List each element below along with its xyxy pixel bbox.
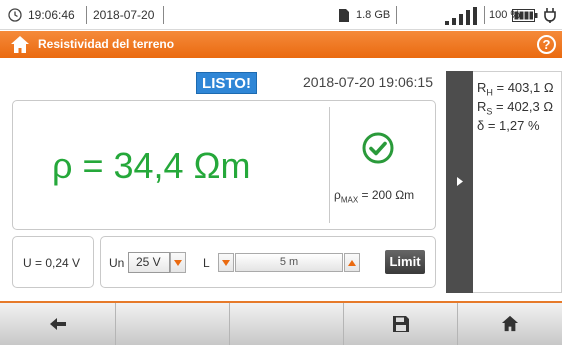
l-label: L (203, 256, 210, 270)
divider (396, 6, 397, 24)
divider (86, 6, 87, 24)
bottom-toolbar (0, 301, 562, 345)
rho-max-value: = 200 Ωm (358, 188, 415, 202)
toolbar-slot-2 (116, 303, 230, 345)
sd-card-icon (339, 9, 349, 22)
rh-symbol: R (477, 80, 487, 95)
measurement-datetime: 2018-07-20 19:06:15 (303, 74, 433, 90)
home-button[interactable] (458, 303, 562, 345)
toolbar-slot-3 (230, 303, 344, 345)
rh-reading: RH = 403,1 Ω (477, 80, 554, 98)
check-icon (362, 132, 394, 164)
chevron-down-icon (222, 260, 230, 266)
home-icon (501, 315, 519, 332)
divider (329, 107, 330, 223)
status-badge: LISTO! (196, 72, 257, 94)
chevron-up-icon (348, 260, 356, 266)
u-value: U = 0,24 V (23, 256, 81, 270)
storage-label: 1.8 GB (356, 9, 391, 21)
delta-reading: δ = 1,27 % (477, 118, 540, 133)
rho-max-sub: MAX (340, 195, 359, 205)
un-label: Un (109, 256, 125, 270)
divider (163, 6, 164, 24)
main-result-value: ρ = 34,4 Ωm (52, 145, 251, 186)
home-icon[interactable] (10, 35, 30, 54)
rs-symbol: R (477, 99, 487, 114)
status-date: 2018-07-20 (93, 8, 155, 22)
page-title: Resistividad del terreno (38, 37, 175, 51)
side-panel-toggle[interactable] (446, 71, 473, 293)
un-select[interactable]: 25 V (128, 252, 170, 273)
status-time: 19:06:46 (28, 8, 75, 22)
back-icon (50, 318, 66, 330)
clock-icon (8, 8, 22, 22)
l-decrease-button[interactable] (218, 253, 234, 272)
rs-value: = 402,3 Ω (492, 99, 554, 114)
help-icon[interactable]: ? (537, 35, 556, 54)
save-icon (393, 316, 409, 332)
back-button[interactable] (0, 303, 116, 345)
rho-max-symbol: ρ (334, 188, 341, 202)
l-value-field[interactable]: 5 m (235, 253, 343, 272)
expand-icon (457, 177, 463, 186)
rs-reading: RS = 402,3 Ω (477, 99, 553, 117)
save-button[interactable] (344, 303, 458, 345)
rh-value: = 403,1 Ω (492, 80, 554, 95)
title-bar: Resistividad del terreno ? (0, 31, 562, 58)
rho-max-label: ρMAX = 200 Ωm (334, 188, 414, 204)
un-dropdown-button[interactable] (170, 252, 186, 273)
l-increase-button[interactable] (344, 253, 360, 272)
status-bar: 19:06:46 2018-07-20 1.8 GB 100 % (0, 0, 562, 30)
battery-icon (512, 9, 538, 22)
plug-icon (544, 8, 556, 23)
signal-icon (445, 7, 477, 25)
chevron-down-icon (174, 260, 182, 266)
limit-button[interactable]: Limit (385, 250, 425, 274)
divider (484, 6, 485, 24)
